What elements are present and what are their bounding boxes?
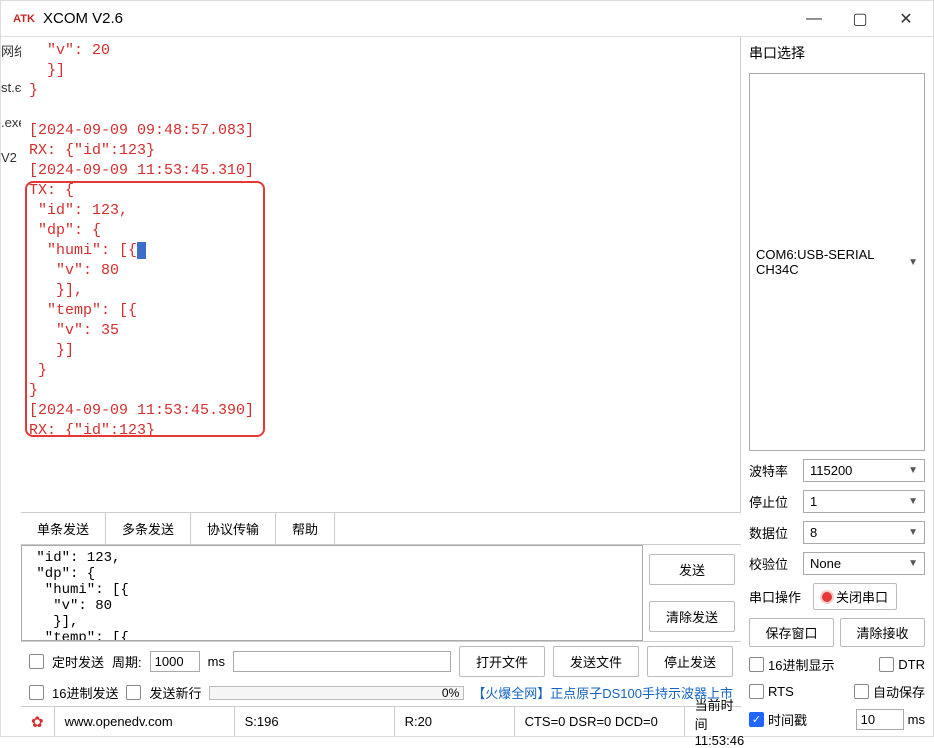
app-icon: ATK [13,8,35,30]
dtr-checkbox[interactable] [879,657,894,672]
record-icon [822,592,832,602]
baud-select[interactable]: 115200▼ [803,459,925,482]
chevron-down-icon: ▼ [908,257,918,268]
send-button[interactable]: 发送 [649,554,735,585]
receive-textarea[interactable]: "v": 20 }] } [2024-09-09 09:48:57.083] R… [21,37,741,512]
cycle-unit: ms [208,654,225,669]
send-file-button[interactable]: 发送文件 [553,646,639,677]
gear-icon[interactable]: ✿ [31,713,44,731]
minimize-button[interactable]: — [791,4,837,34]
serial-panel: 串口选择 COM6:USB-SERIAL CH34C▼ 波特率 115200▼ … [741,37,933,736]
dtr-label: DTR [898,657,925,672]
timed-send-checkbox[interactable] [29,654,44,669]
status-recv: R:20 [395,707,515,736]
tab-protocol[interactable]: 协议传输 [191,513,276,544]
chevron-down-icon: ▼ [908,558,918,569]
status-cts: CTS=0 DSR=0 DCD=0 [515,707,685,736]
tab-help[interactable]: 帮助 [276,513,335,544]
hex-display-label: 16进制显示 [768,655,834,674]
databit-label: 数据位 [749,523,797,542]
serial-op-label: 串口操作 [749,587,807,606]
cycle-label: 周期: [112,652,142,671]
maximize-button[interactable]: ▢ [837,4,883,34]
send-tabs: 单条发送 多条发送 协议传输 帮助 [21,512,741,545]
timed-send-label: 定时发送 [52,652,104,671]
send-newline-label: 发送新行 [149,683,201,702]
cycle-input[interactable] [150,651,200,672]
hex-send-checkbox[interactable] [29,685,44,700]
close-port-button[interactable]: 关闭串口 [813,583,897,610]
stopbit-label: 停止位 [749,492,797,511]
timestamp-input[interactable] [856,709,904,730]
tab-single-send[interactable]: 单条发送 [21,513,106,544]
send-newline-checkbox[interactable] [126,685,141,700]
open-file-button[interactable]: 打开文件 [459,646,545,677]
window-title: XCOM V2.6 [43,10,123,27]
timestamp-unit: ms [908,712,925,727]
caret [137,242,146,259]
status-sent: S:196 [235,707,395,736]
titlebar: ATK XCOM V2.6 — ▢ ✕ [1,1,933,37]
autosave-checkbox[interactable] [854,684,869,699]
chevron-down-icon: ▼ [908,527,918,538]
rts-label: RTS [768,684,794,699]
baud-label: 波特率 [749,461,797,480]
stopbit-select[interactable]: 1▼ [803,490,925,513]
serial-panel-title: 串口选择 [749,43,925,63]
receive-log-pre: "v": 20 }] } [2024-09-09 09:48:57.083] R… [29,42,254,259]
timestamp-label: 时间戳 [768,710,807,729]
send-textarea[interactable] [21,545,643,641]
progress-percent: 0% [442,686,459,700]
timestamp-checkbox[interactable]: ✓ [749,712,764,727]
chevron-down-icon: ▼ [908,465,918,476]
close-button[interactable]: ✕ [883,4,929,34]
save-window-button[interactable]: 保存窗口 [749,618,834,647]
clear-send-button[interactable]: 清除发送 [649,601,735,632]
clear-recv-button[interactable]: 清除接收 [840,618,925,647]
send-progress: 0% [209,686,464,700]
parity-select[interactable]: None▼ [803,552,925,575]
port-select[interactable]: COM6:USB-SERIAL CH34C▼ [749,73,925,451]
tab-multi-send[interactable]: 多条发送 [106,513,191,544]
file-path-input[interactable] [233,651,451,672]
autosave-label: 自动保存 [873,682,925,701]
status-url[interactable]: www.openedv.com [55,707,235,736]
background-gutter: 网络 st.є .exє V2 [1,37,21,736]
hex-send-label: 16进制发送 [52,683,118,702]
status-bar: ✿ www.openedv.com S:196 R:20 CTS=0 DSR=0… [21,706,741,736]
parity-label: 校验位 [749,554,797,573]
receive-log-post: "v": 80 }], "temp": [{ "v": 35 }] } } [2… [29,262,254,439]
databit-select[interactable]: 8▼ [803,521,925,544]
rts-checkbox[interactable] [749,684,764,699]
hex-display-checkbox[interactable] [749,657,764,672]
chevron-down-icon: ▼ [908,496,918,507]
stop-send-button[interactable]: 停止发送 [647,646,733,677]
